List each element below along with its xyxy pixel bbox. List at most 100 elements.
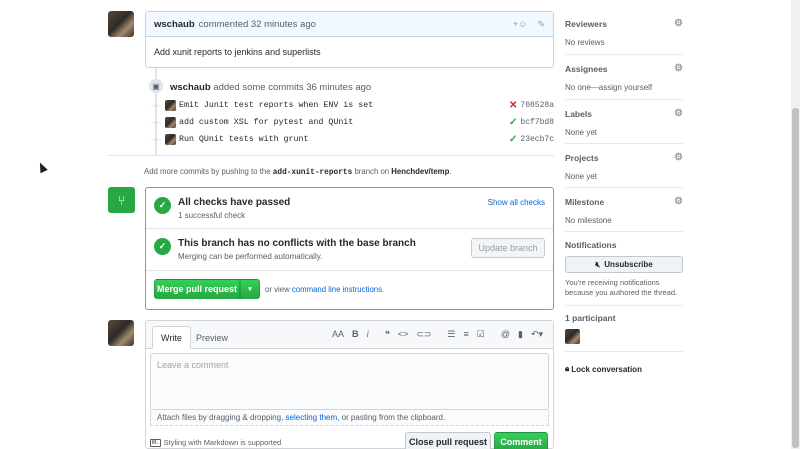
attach-files-bar[interactable]: Attach files by dragging & dropping, sel… xyxy=(150,410,549,426)
tab-write[interactable]: Write xyxy=(152,326,191,349)
commit-dot-icon: -○- xyxy=(151,118,162,127)
commit-avatar[interactable] xyxy=(165,100,176,111)
quote-icon[interactable]: ❝ xyxy=(385,329,390,340)
push-hint-middle: branch on xyxy=(354,167,390,176)
task-list-icon[interactable]: ☑ xyxy=(477,329,485,340)
bullet-list-icon[interactable]: ☰ xyxy=(447,329,455,340)
lock-label: Lock conversation xyxy=(571,364,642,374)
gear-icon[interactable]: ⚙ xyxy=(674,63,683,74)
commit-dot-icon: -○- xyxy=(151,135,162,144)
sidebar-projects: Projects ⚙ None yet xyxy=(565,152,683,188)
link-icon[interactable]: ⊂⊃ xyxy=(416,329,431,340)
command-line-link[interactable]: command line instructions xyxy=(292,285,382,294)
milestone-title: Milestone xyxy=(565,196,605,207)
commit-avatar[interactable] xyxy=(165,117,176,128)
selecting-them-link[interactable]: selecting them xyxy=(286,413,338,422)
gear-icon[interactable]: ⚙ xyxy=(674,108,683,119)
comment-body: Add xunit reports to jenkins and superli… xyxy=(154,47,321,57)
labels-header[interactable]: Labels ⚙ xyxy=(565,108,683,119)
gear-icon[interactable]: ⚙ xyxy=(674,152,683,163)
check-circle-icon: ✓ xyxy=(154,197,171,214)
heading-icon[interactable]: AA xyxy=(332,329,344,340)
check-icon[interactable]: ✓ xyxy=(509,117,517,128)
projects-value: None yet xyxy=(565,172,598,181)
tab-preview[interactable]: Preview xyxy=(188,326,236,349)
commit-sha[interactable]: 708528a xyxy=(520,101,554,110)
sidebar-participants: 1 participant xyxy=(565,313,683,352)
show-all-checks-link[interactable]: Show all checks xyxy=(488,198,545,207)
repo-push-icon: ▣ xyxy=(149,79,163,93)
merge-dropdown-caret-icon[interactable]: ▾ xyxy=(240,279,260,299)
projects-header[interactable]: Projects ⚙ xyxy=(565,152,683,163)
gear-icon[interactable]: ⚙ xyxy=(674,196,683,207)
reviewers-header[interactable]: Reviewers ⚙ xyxy=(565,18,683,29)
milestone-value: No milestone xyxy=(565,216,612,225)
check-circle-icon: ✓ xyxy=(154,238,171,255)
git-merge-icon: ⑂ xyxy=(108,187,135,213)
comment-meta[interactable]: commented 32 minutes ago xyxy=(199,19,316,30)
gear-icon[interactable]: ⚙ xyxy=(674,18,683,29)
commits-author[interactable]: wschaub xyxy=(170,82,211,93)
mute-icon: 🔇︎ xyxy=(595,259,601,269)
scrollbar-thumb[interactable] xyxy=(792,108,799,448)
comment-author[interactable]: wschaub xyxy=(154,19,195,30)
commit-message[interactable]: Run QUnit tests with grunt xyxy=(179,135,308,144)
commits-event-header: wschaub added some commits 36 minutes ag… xyxy=(170,82,371,93)
conflicts-sub: Merging can be performed automatically. xyxy=(178,252,323,261)
cli-suffix: . xyxy=(382,284,385,294)
repo-name[interactable]: Henchdev/temp xyxy=(391,167,449,176)
push-hint-prefix: Add more commits by pushing to the xyxy=(144,167,271,176)
lock-conversation-link[interactable]: 🔒︎ Lock conversation xyxy=(565,364,642,374)
mention-icon[interactable]: @ xyxy=(501,329,510,340)
notifications-title: Notifications xyxy=(565,240,617,250)
commit-sha[interactable]: 23ecb7c xyxy=(520,135,554,144)
editor-header: Write Preview AA B i ❝ <> ⊂⊃ ☰ ≡ ☑ @ ▮ ↶… xyxy=(146,321,553,349)
projects-title: Projects xyxy=(565,152,599,163)
update-branch-button[interactable]: Update branch xyxy=(471,238,545,258)
merge-pull-request-button[interactable]: Merge pull request xyxy=(154,279,240,299)
merge-box: ✓ All checks have passed 1 successful ch… xyxy=(145,187,554,310)
attach-suffix: , or pasting from the clipboard. xyxy=(337,413,446,422)
bookmark-icon[interactable]: ▮ xyxy=(518,329,523,340)
commit-list: -○- Emit Junit test reports when ENV is … xyxy=(151,97,554,148)
commit-sha[interactable]: bcf7bd8 xyxy=(520,118,554,127)
milestone-header[interactable]: Milestone ⚙ xyxy=(565,196,683,207)
branch-name: add-xunit-reports xyxy=(272,169,353,177)
assignees-header[interactable]: Assignees ⚙ xyxy=(565,63,683,74)
code-icon[interactable]: <> xyxy=(398,329,409,340)
markdown-icon: M↓ xyxy=(150,438,161,447)
close-pull-request-button[interactable]: Close pull request xyxy=(405,432,491,449)
editor-toolbar: AA B i ❝ <> ⊂⊃ ☰ ≡ ☑ @ ▮ ↶▾ xyxy=(332,329,543,340)
italic-icon[interactable]: i xyxy=(366,329,369,340)
commit-message[interactable]: add custom XSL for pytest and QUnit xyxy=(179,118,353,127)
mouse-cursor-icon xyxy=(36,160,48,174)
pencil-icon[interactable]: ✎ xyxy=(537,19,545,30)
unsubscribe-label: Unsubscribe xyxy=(604,260,653,269)
participant-avatar[interactable] xyxy=(565,329,580,344)
bold-icon[interactable]: B xyxy=(352,329,359,340)
commit-avatar[interactable] xyxy=(165,134,176,145)
x-icon[interactable]: ✕ xyxy=(509,100,517,111)
current-user-avatar[interactable] xyxy=(108,320,134,346)
participants-title: 1 participant xyxy=(565,313,616,323)
lock-icon: 🔒︎ xyxy=(565,364,570,373)
commits-meta: added some commits 36 minutes ago xyxy=(213,82,372,93)
sidebar-notifications: Notifications 🔇︎ Unsubscribe You're rece… xyxy=(565,240,683,306)
commit-message[interactable]: Emit Junit test reports when ENV is set xyxy=(179,101,373,110)
conflicts-section: ✓ This branch has no conflicts with the … xyxy=(146,229,553,271)
push-hint: Add more commits by pushing to the add-x… xyxy=(144,167,452,177)
markdown-note[interactable]: M↓ Styling with Markdown is supported xyxy=(150,438,281,447)
comment-textarea[interactable]: Leave a comment xyxy=(150,353,549,410)
author-avatar[interactable] xyxy=(108,11,134,37)
reply-icon[interactable]: ↶▾ xyxy=(531,329,543,340)
conflicts-title: This branch has no conflicts with the ba… xyxy=(178,238,416,249)
unsubscribe-button[interactable]: 🔇︎ Unsubscribe xyxy=(565,256,683,273)
assignees-value[interactable]: No one—assign yourself xyxy=(565,83,683,92)
smiley-icon[interactable]: +☺ xyxy=(513,19,527,30)
comment-button[interactable]: Comment xyxy=(494,432,548,449)
numbered-list-icon[interactable]: ≡ xyxy=(464,329,469,340)
sidebar-reviewers: Reviewers ⚙ No reviews xyxy=(565,18,683,55)
comment-header: wschaub commented 32 minutes ago +☺ ✎ xyxy=(146,12,553,37)
sidebar-assignees: Assignees ⚙ No one—assign yourself xyxy=(565,63,683,100)
check-icon[interactable]: ✓ xyxy=(509,134,517,145)
